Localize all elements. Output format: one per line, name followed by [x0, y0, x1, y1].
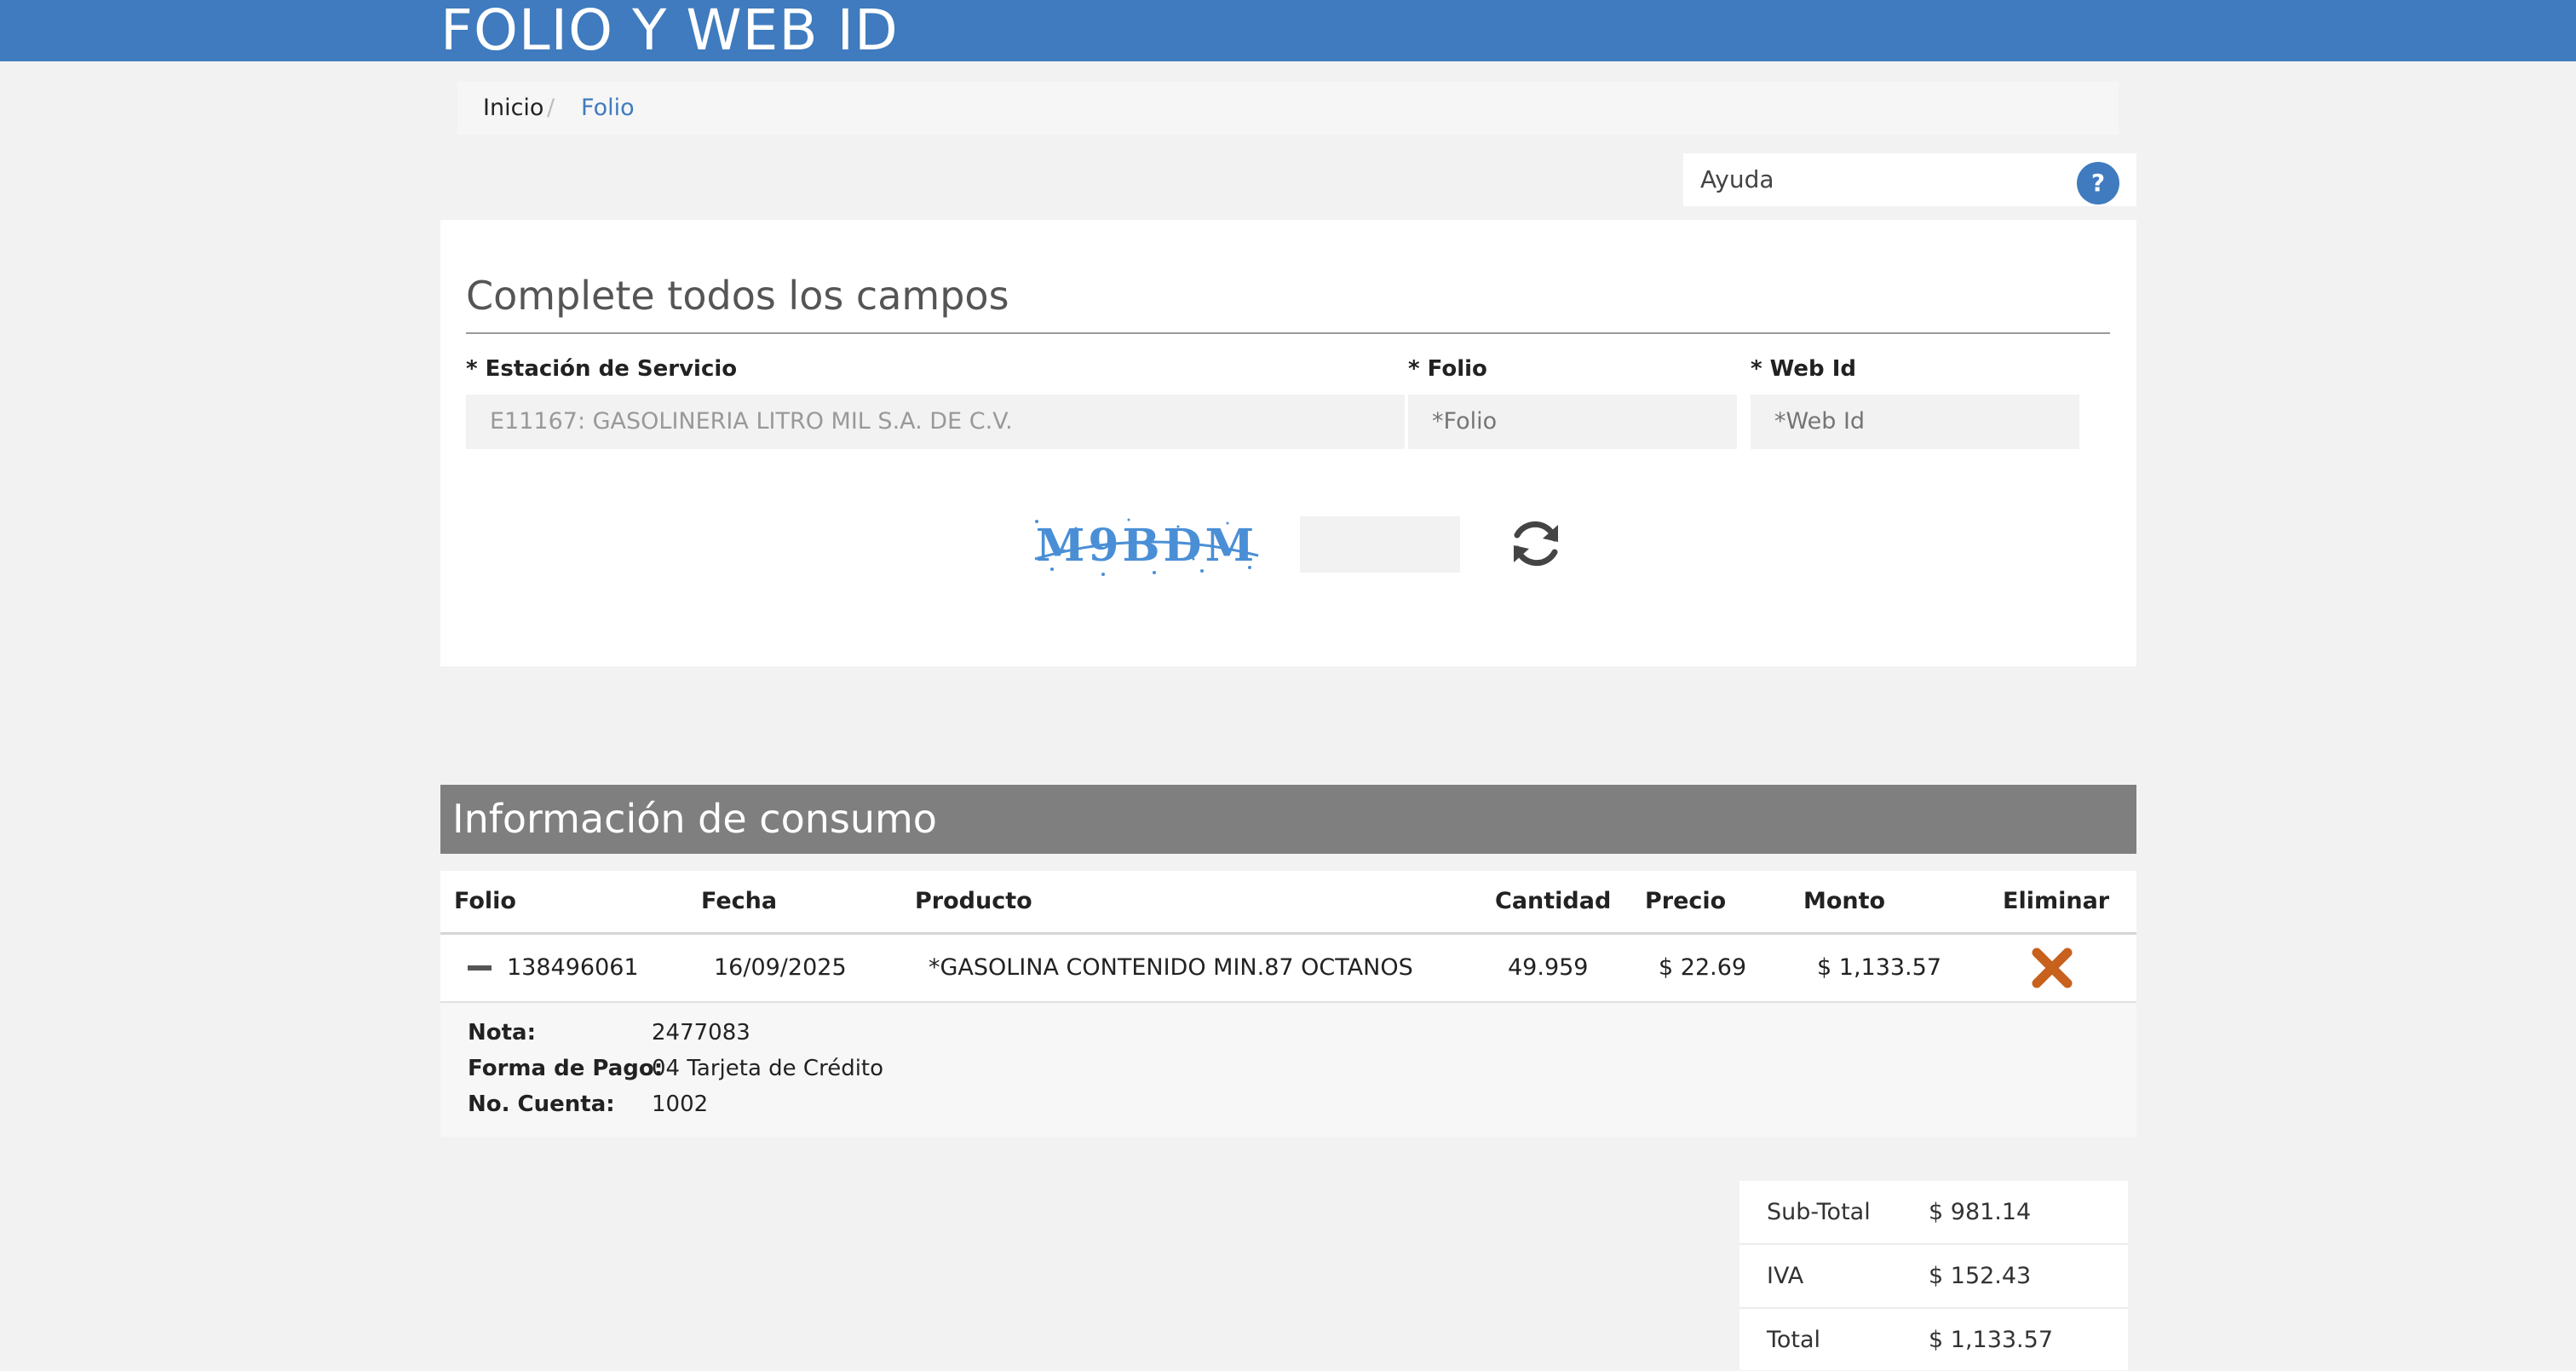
table-row: 138496061 16/09/2025 *GASOLINA CONTENIDO… [440, 935, 2136, 1001]
folio-input[interactable] [1408, 395, 1737, 449]
row-fecha: 16/09/2025 [714, 954, 847, 981]
cuenta-value: 1002 [652, 1092, 709, 1117]
breadcrumb-separator: / [547, 95, 555, 121]
col-precio: Precio [1645, 888, 1727, 914]
webid-input[interactable] [1751, 395, 2079, 449]
row-precio: $ 22.69 [1659, 954, 1747, 981]
refresh-icon[interactable] [1505, 513, 1567, 574]
row-details: Nota: 2477083 Forma de Pago: 04 Tarjeta … [440, 1003, 2136, 1137]
estacion-label: * Estación de Servicio [466, 356, 738, 382]
row-monto: $ 1,133.57 [1817, 954, 1941, 981]
pago-value: 04 Tarjeta de Crédito [652, 1056, 884, 1081]
subtotal-label: Sub-Total [1767, 1199, 1871, 1225]
col-fecha: Fecha [701, 888, 778, 914]
cuenta-label: No. Cuenta: [468, 1092, 615, 1117]
consumo-title: Información de consumo [452, 796, 937, 842]
breadcrumb: Inicio / Folio [457, 82, 2119, 135]
subtotal-row: Sub-Total $ 981.14 [1739, 1181, 2128, 1243]
row-folio: 138496061 [507, 954, 639, 981]
subtotal-value: $ 981.14 [1929, 1199, 2032, 1225]
nota-label: Nota: [468, 1020, 536, 1046]
iva-label: IVA [1767, 1263, 1804, 1289]
consumo-section-header: Información de consumo [440, 785, 2136, 854]
total-value: $ 1,133.57 [1929, 1327, 2053, 1353]
captcha-text: M9BDM [1036, 520, 1257, 572]
page-title: FOLIO Y WEB ID [440, 0, 899, 63]
webid-label: * Web Id [1751, 356, 1856, 382]
form-divider [466, 332, 2110, 334]
col-monto: Monto [1803, 888, 1886, 914]
col-folio: Folio [454, 888, 516, 914]
row-producto: *GASOLINA CONTENIDO MIN.87 OCTANOS [929, 954, 1413, 981]
col-cantidad: Cantidad [1495, 888, 1612, 914]
pago-label: Forma de Pago: [468, 1056, 664, 1081]
question-icon[interactable]: ? [2077, 162, 2119, 204]
iva-value: $ 152.43 [1929, 1263, 2032, 1289]
help-button[interactable]: Ayuda ? [1683, 153, 2136, 206]
total-label: Total [1767, 1327, 1821, 1353]
breadcrumb-home-link[interactable]: Inicio [483, 82, 543, 135]
form-heading: Complete todos los campos [466, 273, 1009, 319]
table-header: Folio Fecha Producto Cantidad Precio Mon… [440, 871, 2136, 935]
breadcrumb-current[interactable]: Folio [581, 82, 635, 135]
col-eliminar: Eliminar [2003, 888, 2110, 914]
totals-box: Sub-Total $ 981.14 IVA $ 152.43 Total $ … [1739, 1181, 2128, 1370]
row-cantidad: 49.959 [1508, 954, 1589, 981]
estacion-field[interactable]: E11167: GASOLINERIA LITRO MIL S.A. DE C.… [466, 395, 1405, 449]
captcha-input[interactable] [1300, 516, 1460, 573]
captcha-image: M9BDM [1026, 510, 1267, 583]
folio-label: * Folio [1408, 356, 1487, 382]
iva-row: IVA $ 152.43 [1739, 1245, 2128, 1307]
nota-value: 2477083 [652, 1020, 750, 1046]
close-icon[interactable] [2030, 946, 2074, 990]
help-label: Ayuda [1700, 165, 1774, 193]
top-bar: FOLIO Y WEB ID [0, 0, 2576, 61]
form-panel: Complete todos los campos * Estación de … [440, 220, 2136, 666]
col-producto: Producto [915, 888, 1032, 914]
minus-icon[interactable] [468, 965, 492, 971]
total-row: Total $ 1,133.57 [1739, 1309, 2128, 1371]
